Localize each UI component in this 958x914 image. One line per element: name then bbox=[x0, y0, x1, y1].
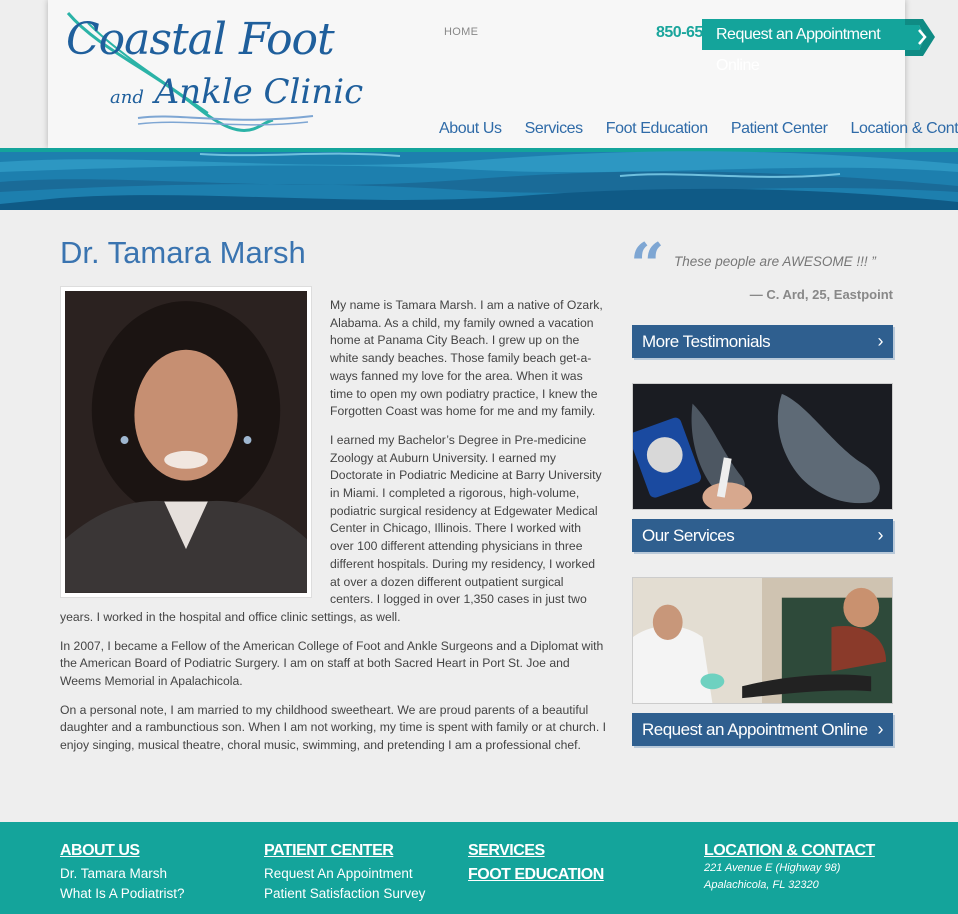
footer-link-podiatrist[interactable]: What Is A Podiatrist? bbox=[60, 886, 185, 901]
logo-ankle-clinic: Ankle Clinic bbox=[154, 72, 364, 112]
footer-patient-heading[interactable]: PATIENT CENTER bbox=[264, 842, 425, 860]
home-link[interactable]: HOME bbox=[444, 26, 478, 38]
footer-col-services: SERVICES FOOT EDUCATION bbox=[468, 842, 604, 890]
footer-col-location: LOCATION & CONTACT 221 Avenue E (Highway… bbox=[704, 842, 875, 894]
main-nav: About Us Services Foot Education Patient… bbox=[439, 120, 958, 138]
footer-address-line1: 221 Avenue E (Highway 98) bbox=[704, 862, 841, 874]
sidebar-appointment-label: Request an Appointment Online bbox=[642, 720, 868, 739]
our-services-button[interactable]: Our Services › bbox=[632, 519, 893, 552]
logo-text-line2: and Ankle Clinic bbox=[110, 72, 363, 112]
footer-link-request-appointment[interactable]: Request An Appointment bbox=[264, 866, 425, 881]
footer-services-heading[interactable]: SERVICES bbox=[468, 842, 604, 860]
footer-address-line2: Apalachicola, FL 32320 bbox=[704, 879, 819, 891]
footer-link-survey[interactable]: Patient Satisfaction Survey bbox=[264, 886, 425, 901]
footer-about-heading[interactable]: ABOUT US bbox=[60, 842, 185, 860]
our-services-label: Our Services bbox=[642, 526, 735, 545]
chevron-right-icon: › bbox=[877, 331, 884, 351]
footer-location-heading[interactable]: LOCATION & CONTACT bbox=[704, 842, 875, 860]
nav-patient-center[interactable]: Patient Center bbox=[731, 120, 828, 138]
header-appointment-button[interactable]: Request an Appointment Online bbox=[702, 19, 915, 74]
testimonial-quote: These people are AWESOME !!! ” bbox=[674, 254, 876, 269]
appointment-arrow-icon[interactable] bbox=[905, 19, 935, 56]
clinic-logo[interactable]: Coastal Foot and Ankle Clinic bbox=[58, 8, 363, 133]
site-footer: ABOUT US Dr. Tamara Marsh What Is A Podi… bbox=[0, 822, 958, 914]
photo-float-spacer bbox=[60, 297, 330, 599]
bio-paragraph: In 2007, I became a Fellow of the Americ… bbox=[60, 638, 604, 689]
nav-services[interactable]: Services bbox=[525, 120, 584, 138]
footer-col-patient: PATIENT CENTER Request An Appointment Pa… bbox=[264, 842, 425, 906]
nav-location-contact[interactable]: Location & Contact bbox=[851, 120, 958, 138]
logo-and: and bbox=[110, 87, 144, 108]
patient-care-image[interactable] bbox=[632, 577, 893, 704]
more-testimonials-button[interactable]: More Testimonials › bbox=[632, 325, 893, 358]
more-testimonials-label: More Testimonials bbox=[642, 332, 771, 351]
chevron-right-icon: › bbox=[877, 525, 884, 545]
page-title: Dr. Tamara Marsh bbox=[60, 235, 306, 270]
quote-mark-icon: “ bbox=[630, 231, 665, 301]
bio-article: My name is Tamara Marsh. I am a native o… bbox=[60, 297, 608, 766]
chevron-right-icon: › bbox=[877, 719, 884, 739]
nav-about-us[interactable]: About Us bbox=[439, 120, 502, 138]
xray-foot-image[interactable] bbox=[632, 383, 893, 510]
bio-paragraph: On a personal note, I am married to my c… bbox=[60, 702, 606, 753]
nav-foot-education[interactable]: Foot Education bbox=[606, 120, 708, 138]
logo-text-line1: Coastal Foot bbox=[66, 14, 335, 65]
footer-col-about: ABOUT US Dr. Tamara Marsh What Is A Podi… bbox=[60, 842, 185, 906]
ocean-wave-banner bbox=[0, 148, 958, 210]
sidebar-appointment-button[interactable]: Request an Appointment Online › bbox=[632, 713, 893, 746]
footer-link-dr-marsh[interactable]: Dr. Tamara Marsh bbox=[60, 866, 185, 881]
testimonial-author: — C. Ard, 25, Eastpoint bbox=[749, 287, 893, 302]
footer-foot-education-heading[interactable]: FOOT EDUCATION bbox=[468, 866, 604, 884]
